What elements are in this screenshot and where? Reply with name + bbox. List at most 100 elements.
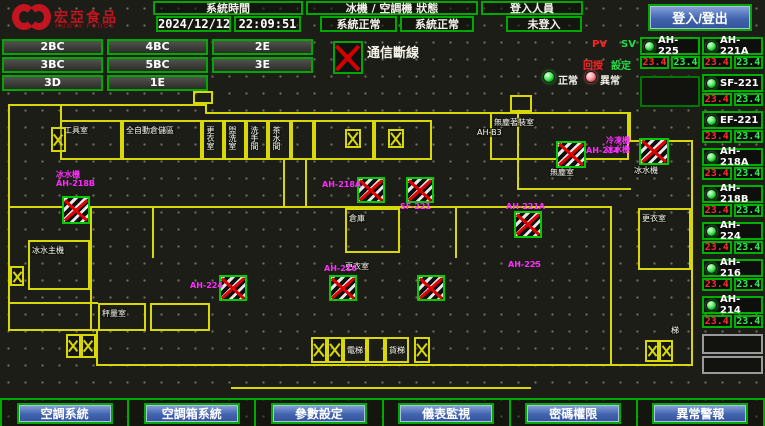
- stair-shaft-icon: [51, 127, 66, 152]
- equipment-AH-225[interactable]: AH-225: [640, 37, 700, 55]
- nav-section: 異常警報: [638, 400, 765, 426]
- system-date-value: 2024/12/12: [156, 16, 231, 32]
- equipment-AH-218B[interactable]: AH-218B: [702, 185, 763, 203]
- plan-label: 冰水機: [633, 166, 659, 175]
- equipment-values-AH-221A: 23.423.4: [702, 56, 763, 69]
- floor-button-4BC[interactable]: 4BC: [107, 39, 208, 55]
- sv-value: 23.4: [734, 315, 764, 328]
- sv-name-label: 設定: [611, 57, 631, 72]
- status-led-icon: [706, 226, 717, 237]
- plan-alarm-unit[interactable]: [406, 177, 434, 203]
- nav-button-空調系統[interactable]: 空調系統: [17, 403, 113, 424]
- stair-shaft-icon: [81, 334, 96, 358]
- bottom-navigation: 空調系統 空調箱系統 參數設定 儀表監視 密碼權限 異常警報: [0, 398, 765, 426]
- equipment-empty-slot: [702, 334, 763, 354]
- equipment-EF-221[interactable]: EF-221: [702, 111, 763, 129]
- equipment-AH-224[interactable]: AH-224: [702, 222, 763, 240]
- nav-section: 參數設定: [256, 400, 383, 426]
- equipment-SF-221[interactable]: SF-221: [702, 74, 763, 92]
- room-label: 倉庫: [348, 214, 366, 223]
- equipment-values-AH-218B: 23.423.4: [702, 204, 763, 217]
- room-label: 更衣室: [641, 214, 667, 223]
- plan-wall: [691, 140, 693, 366]
- equipment-AH-221A[interactable]: AH-221A: [702, 37, 763, 55]
- floor-button-2E[interactable]: 2E: [212, 39, 313, 55]
- nav-button-儀表監視[interactable]: 儀表監視: [398, 403, 494, 424]
- pv-value: 23.4: [702, 204, 732, 217]
- status-led-icon: [706, 189, 717, 200]
- plan-room: [510, 95, 532, 112]
- plan-unit-label: AH-225: [508, 260, 541, 269]
- floor-button-3BC[interactable]: 3BC: [2, 57, 103, 73]
- brand-subtitle: HUNYA FOODS: [55, 23, 115, 30]
- sv-value: 23.4: [734, 241, 764, 254]
- plan-wall: [283, 160, 285, 206]
- status-led-icon: [706, 152, 717, 163]
- floor-button-3D[interactable]: 3D: [2, 75, 103, 91]
- plan-wall: [10, 104, 206, 106]
- nav-button-空調箱系統[interactable]: 空調箱系統: [144, 403, 240, 424]
- equipment-name: EF-221: [720, 115, 758, 126]
- room-label: 更衣室: [205, 126, 215, 150]
- pv-value: 23.4: [702, 93, 732, 106]
- plan-alarm-unit[interactable]: [329, 275, 357, 301]
- comm-offline-icon: [333, 41, 363, 74]
- equipment-values-AH-218A: 23.423.4: [702, 167, 763, 180]
- equipment-name: AH-224: [720, 220, 761, 242]
- room-label: 秤量室: [101, 309, 127, 318]
- plan-alarm-unit[interactable]: [219, 275, 247, 301]
- nav-section: 密碼權限: [511, 400, 638, 426]
- plan-wall: [96, 329, 98, 366]
- equipment-AH-216[interactable]: AH-216: [702, 259, 763, 277]
- equipment-name: AH-218A: [720, 146, 761, 168]
- sv-value: 23.4: [734, 278, 764, 291]
- sv-value: 23.4: [734, 56, 764, 69]
- plan-alarm-unit[interactable]: [417, 275, 445, 301]
- plan-wall: [517, 188, 631, 190]
- room-label: 工具室: [63, 126, 89, 135]
- plan-label: 無塵室: [549, 168, 575, 177]
- stair-shaft-icon: [645, 340, 659, 362]
- logo-mark-icon: [27, 4, 51, 30]
- plan-unit-label: AH-221A: [506, 202, 545, 211]
- floor-button-5BC[interactable]: 5BC: [107, 57, 208, 73]
- pv-value: 23.4: [702, 278, 732, 291]
- pv-value: 23.4: [702, 315, 732, 328]
- plan-wall: [610, 206, 612, 366]
- equipment-AH-214[interactable]: AH-214: [702, 296, 763, 314]
- pv-name-label: 回授: [583, 57, 603, 72]
- hvac-scada-screen: 宏亞食品 HUNYA FOODS 系統時間 2024/12/12 22:09:5…: [0, 0, 765, 426]
- floor-button-3E[interactable]: 3E: [212, 57, 313, 73]
- sv-value: 23.4: [734, 130, 764, 143]
- ahu-status: 系統正常: [400, 16, 474, 32]
- plan-unit-label: AH-218A: [322, 180, 361, 189]
- plan-alarm-unit[interactable]: [62, 196, 90, 224]
- plan-unit-label: 冰水機 AH-218B: [56, 170, 95, 188]
- nav-button-異常警報[interactable]: 異常警報: [652, 403, 748, 424]
- system-time-header: 系統時間: [153, 1, 303, 15]
- pv-value: 23.4: [702, 241, 732, 254]
- nav-button-密碼權限[interactable]: 密碼權限: [525, 403, 621, 424]
- sv-value: 23.4: [734, 93, 764, 106]
- login-logout-button[interactable]: 登入/登出: [648, 4, 752, 31]
- plan-alarm-unit[interactable]: [514, 211, 542, 238]
- plan-alarm-unit[interactable]: [556, 141, 586, 168]
- elevator-box: 電梯: [343, 337, 367, 363]
- plan-alarm-unit[interactable]: [357, 177, 385, 203]
- floor-button-1E[interactable]: 1E: [107, 75, 208, 91]
- plan-label: 梯: [670, 326, 680, 335]
- equipment-values-SF-221: 23.423.4: [702, 93, 763, 106]
- room-label: 茶水間: [271, 126, 281, 150]
- equipment-empty-slot: [702, 356, 763, 374]
- system-clock-value: 22:09:51: [234, 16, 301, 32]
- plan-unit-label: AH-216: [324, 264, 357, 273]
- floor-button-2BC[interactable]: 2BC: [2, 39, 103, 55]
- elevator-box: 貨梯: [385, 337, 409, 363]
- equipment-AH-218A[interactable]: AH-218A: [702, 148, 763, 166]
- nav-button-參數設定[interactable]: 參數設定: [271, 403, 367, 424]
- plan-unit-label: SF-221: [400, 202, 431, 211]
- stair-shaft-icon: [10, 266, 24, 286]
- machine-status-header: 冰機 / 空調機 狀態: [306, 1, 478, 15]
- plan-alarm-unit[interactable]: [639, 138, 669, 165]
- plan-room: [193, 91, 213, 104]
